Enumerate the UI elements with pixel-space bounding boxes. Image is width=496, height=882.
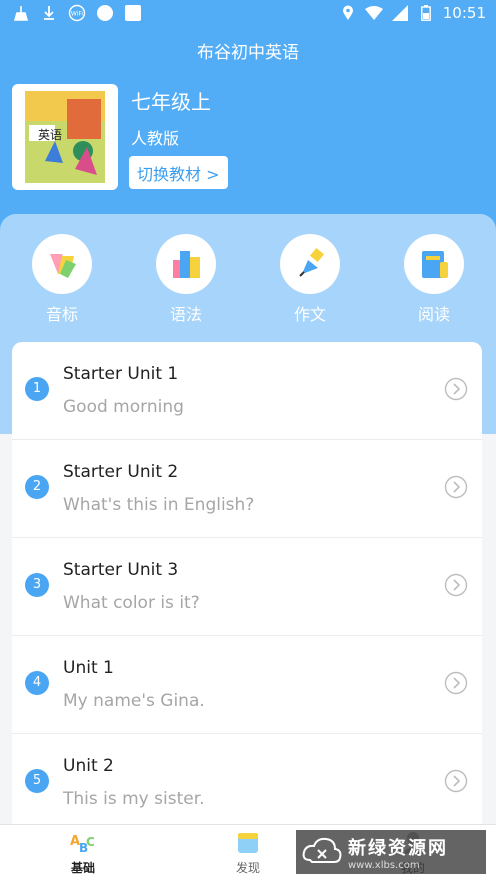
book-edition: 人教版 (131, 129, 180, 148)
status-time: 10:51 (442, 4, 486, 22)
download-icon (40, 4, 58, 22)
unit-subtitle: This is my sister. (63, 789, 205, 809)
chevron-right-icon (444, 769, 468, 793)
book-cover[interactable]: 英语 (12, 84, 118, 190)
unit-title: Unit 2 (63, 756, 114, 776)
category-label: 作文 (293, 305, 326, 324)
unit-row-1[interactable]: 1 Starter Unit 1 Good morning (12, 342, 482, 440)
unit-subtitle: What color is it? (63, 593, 200, 613)
unit-subtitle: What's this in English? (63, 495, 255, 515)
category-phonetics[interactable]: 音标 (32, 234, 92, 325)
chevron-right-icon (444, 573, 468, 597)
category-label: 音标 (45, 305, 78, 324)
unit-row-5[interactable]: 5 Unit 2 This is my sister. (12, 734, 482, 824)
book-title: 七年级上 (131, 90, 211, 114)
unit-subtitle: Good morning (63, 397, 184, 417)
category-reading[interactable]: 阅读 (404, 234, 464, 325)
unit-subtitle: My name's Gina. (63, 691, 205, 711)
abc-icon: A B C (70, 834, 95, 855)
discover-icon (238, 833, 258, 853)
book-cover-image (25, 91, 105, 183)
watermark-title: 新绿资源网 (348, 837, 448, 859)
broom-icon (12, 4, 30, 22)
chevron-right-icon (444, 671, 468, 695)
chevron-right-icon (444, 377, 468, 401)
category-grammar[interactable]: 语法 (156, 234, 216, 325)
pencil-icon (32, 234, 92, 294)
status-bar: WiFi 10:51 (0, 0, 496, 28)
nav-tab-discover[interactable]: 发现 (208, 830, 288, 876)
watermark: 新绿资源网 www.xlbs.com (296, 830, 486, 874)
circle-icon (96, 4, 114, 22)
svg-text:WiFi: WiFi (71, 11, 83, 18)
pen-nib-icon (280, 234, 340, 294)
square-icon (124, 4, 142, 22)
unit-title: Starter Unit 3 (63, 560, 179, 580)
book-icon (404, 234, 464, 294)
book-cover-text: 英语 (38, 128, 63, 142)
books-icon (156, 234, 216, 294)
nav-label: 基础 (70, 861, 95, 875)
unit-row-4[interactable]: 4 Unit 1 My name's Gina. (12, 636, 482, 734)
chevron-right-icon (444, 475, 468, 499)
unit-number-badge: 4 (25, 671, 49, 695)
category-label: 语法 (169, 305, 202, 324)
unit-number-badge: 2 (25, 475, 49, 499)
nav-tab-basics[interactable]: A B C 基础 (43, 830, 123, 876)
wifi-badge-icon: WiFi (68, 4, 86, 22)
unit-number-badge: 3 (25, 573, 49, 597)
unit-list: 1 Starter Unit 1 Good morning 2 Starter … (12, 342, 482, 824)
wifi-icon (364, 4, 383, 22)
watermark-logo-icon (302, 837, 342, 863)
unit-number-badge: 1 (25, 377, 49, 401)
page-title: 布谷初中英语 (197, 43, 299, 63)
battery-icon (417, 4, 435, 22)
signal-icon (391, 4, 409, 22)
svg-text:C: C (86, 835, 95, 849)
unit-row-3[interactable]: 3 Starter Unit 3 What color is it? (12, 538, 482, 636)
category-writing[interactable]: 作文 (280, 234, 340, 325)
category-label: 阅读 (417, 305, 450, 324)
switch-textbook-button[interactable]: 切换教材 > (129, 156, 228, 189)
watermark-url: www.xlbs.com (348, 859, 420, 871)
location-icon (339, 4, 357, 22)
unit-title: Unit 1 (63, 658, 114, 678)
unit-title: Starter Unit 1 (63, 364, 179, 384)
unit-title: Starter Unit 2 (63, 462, 179, 482)
unit-row-2[interactable]: 2 Starter Unit 2 What's this in English? (12, 440, 482, 538)
unit-number-badge: 5 (25, 769, 49, 793)
nav-label: 发现 (235, 861, 260, 875)
